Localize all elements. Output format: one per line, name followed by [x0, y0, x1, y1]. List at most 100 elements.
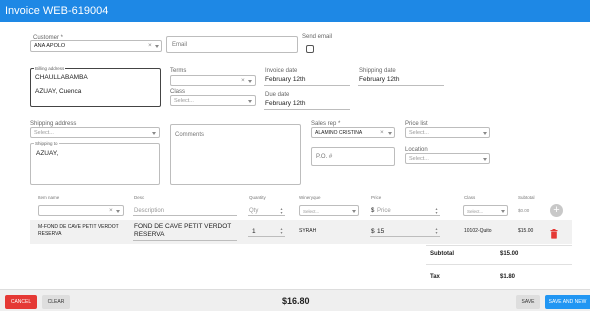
new-subtotal: $0.00 [518, 208, 530, 213]
chevron-down-icon[interactable] [248, 100, 252, 103]
customer-select[interactable]: ANA APOLO × [30, 40, 162, 52]
qty-stepper-icon[interactable]: ▴ ▾ [279, 227, 284, 235]
new-price-input[interactable]: Price [377, 208, 391, 214]
comments-field[interactable]: Comments [170, 124, 301, 185]
new-winery-select[interactable]: Select... [299, 205, 359, 216]
desc-underline [133, 215, 237, 216]
shipping-date-value[interactable]: February 12th [359, 76, 399, 83]
row-price[interactable]: 15 [377, 228, 384, 235]
tax-value: $1.80 [500, 274, 516, 280]
price-list-select[interactable]: Select... [405, 127, 490, 138]
new-desc-input[interactable]: Description [134, 208, 164, 214]
shipping-date-underline [358, 85, 444, 86]
comments-placeholder: Comments [175, 132, 205, 138]
send-email-checkbox[interactable] [306, 45, 314, 53]
class-select[interactable]: Select... [170, 95, 256, 106]
shipping-to-field[interactable]: Shipping to AZUAY, [30, 141, 160, 185]
header-quantity: Quantity [249, 195, 266, 200]
chevron-down-icon[interactable] [388, 132, 392, 135]
row-price-underline [370, 236, 440, 237]
chevron-down-icon[interactable] [155, 45, 159, 48]
chevron-down-icon[interactable] [152, 132, 156, 135]
due-date-underline [264, 109, 350, 110]
header-winery: Wineryque [299, 195, 321, 200]
plus-icon: + [553, 204, 560, 216]
row-winery: SYRAH [299, 228, 317, 234]
due-date-value[interactable]: February 12th [265, 100, 305, 107]
invoice-date-underline [264, 85, 350, 86]
price-stepper-icon[interactable]: ▴ ▾ [434, 227, 439, 235]
terms-label: Terms [170, 68, 187, 74]
save-button[interactable]: Save [516, 295, 540, 309]
delete-row-button[interactable] [550, 226, 558, 239]
shipping-address-select[interactable]: Select... [30, 127, 160, 138]
due-date-label: Due date [265, 92, 290, 98]
terms-select[interactable]: × [170, 75, 256, 86]
header-class: Class [464, 195, 476, 200]
chevron-down-icon[interactable] [483, 158, 487, 161]
qty-underline [248, 215, 285, 216]
clear-icon[interactable]: × [109, 207, 113, 214]
invoice-date-label: Invoice date [265, 68, 298, 74]
location-select[interactable]: Select... [405, 153, 490, 164]
header-price: Price [371, 195, 382, 200]
row-desc-line2[interactable]: RESERVA [134, 231, 164, 238]
email-placeholder: Email [172, 42, 188, 48]
row-desc-line1[interactable]: FOND DE CAVE PETIT VERDOT [134, 223, 231, 230]
cancel-button[interactable]: Cancel [5, 295, 37, 309]
shipping-to-label: Shipping to [34, 141, 59, 146]
billing-address-line2: AZUAY, Cuenca [35, 88, 82, 95]
invoice-date-value[interactable]: February 12th [265, 76, 305, 83]
send-email-label: Send email [302, 34, 333, 40]
trash-icon [550, 229, 558, 239]
po-placeholder: P.O. # [316, 154, 333, 160]
header-subtotal: Subtotal [518, 195, 535, 200]
sales-rep-select[interactable]: ALAMINO CRISTINA × [311, 127, 395, 138]
save-and-new-button[interactable]: Save and New [545, 295, 590, 309]
shipping-address-placeholder: Select... [34, 130, 54, 136]
clear-button[interactable]: Clear [42, 295, 70, 309]
clear-icon[interactable]: × [241, 77, 245, 84]
billing-address-label: Billing address [34, 66, 66, 71]
new-class-placeholder: Select... [467, 208, 484, 214]
class-placeholder: Select... [174, 98, 194, 104]
row-qty[interactable]: 1 [252, 228, 256, 235]
row-desc-underline [133, 240, 237, 241]
row-item-line1: M-FOND DE CAVE PETIT VERDOT [38, 224, 119, 230]
row-item-line2: RESERVA [38, 231, 62, 237]
new-item-select[interactable]: × [38, 205, 124, 216]
row-subtotal: $15.00 [518, 228, 534, 234]
price-underline [370, 215, 440, 216]
billing-address-line1: CHAULLABAMBA [35, 74, 88, 81]
subtotal-divider [426, 264, 572, 265]
billing-address-field[interactable]: Billing address CHAULLABAMBA AZUAY, Cuen… [30, 66, 161, 107]
qty-stepper-icon[interactable]: ▴ ▾ [279, 207, 284, 215]
chevron-down-icon[interactable] [248, 80, 252, 83]
row-price-currency: $ [371, 228, 375, 235]
shipping-date-label: Shipping date [359, 68, 396, 74]
header-item-name: Item name [38, 195, 60, 200]
new-price-currency: $ [371, 208, 375, 214]
clear-icon[interactable]: × [148, 42, 152, 49]
location-placeholder: Select... [409, 156, 429, 162]
po-field[interactable]: P.O. # [311, 147, 395, 166]
chevron-down-icon[interactable] [501, 210, 505, 213]
window-title: Invoice WEB-619004 [0, 0, 590, 22]
invoice-total: $16.80 [282, 296, 310, 306]
chevron-down-icon[interactable] [352, 210, 356, 213]
new-winery-placeholder: Select... [303, 208, 320, 214]
chevron-down-icon[interactable] [483, 132, 487, 135]
price-stepper-icon[interactable]: ▴ ▾ [434, 207, 439, 215]
price-list-placeholder: Select... [409, 130, 429, 136]
subtotal-label: Subtotal [430, 251, 454, 257]
clear-icon[interactable]: × [380, 129, 384, 136]
add-row-button[interactable]: + [550, 204, 563, 217]
subtotal-value: $15.00 [500, 251, 519, 257]
new-qty-input[interactable]: Qty [249, 208, 258, 214]
row-class: 10102-Quito [464, 228, 492, 234]
new-class-select[interactable]: Select... [463, 205, 508, 216]
chevron-down-icon[interactable] [116, 210, 120, 213]
shipping-to-value: AZUAY, [36, 150, 59, 157]
totals-divider [426, 245, 572, 246]
email-field[interactable]: Email [166, 36, 298, 53]
